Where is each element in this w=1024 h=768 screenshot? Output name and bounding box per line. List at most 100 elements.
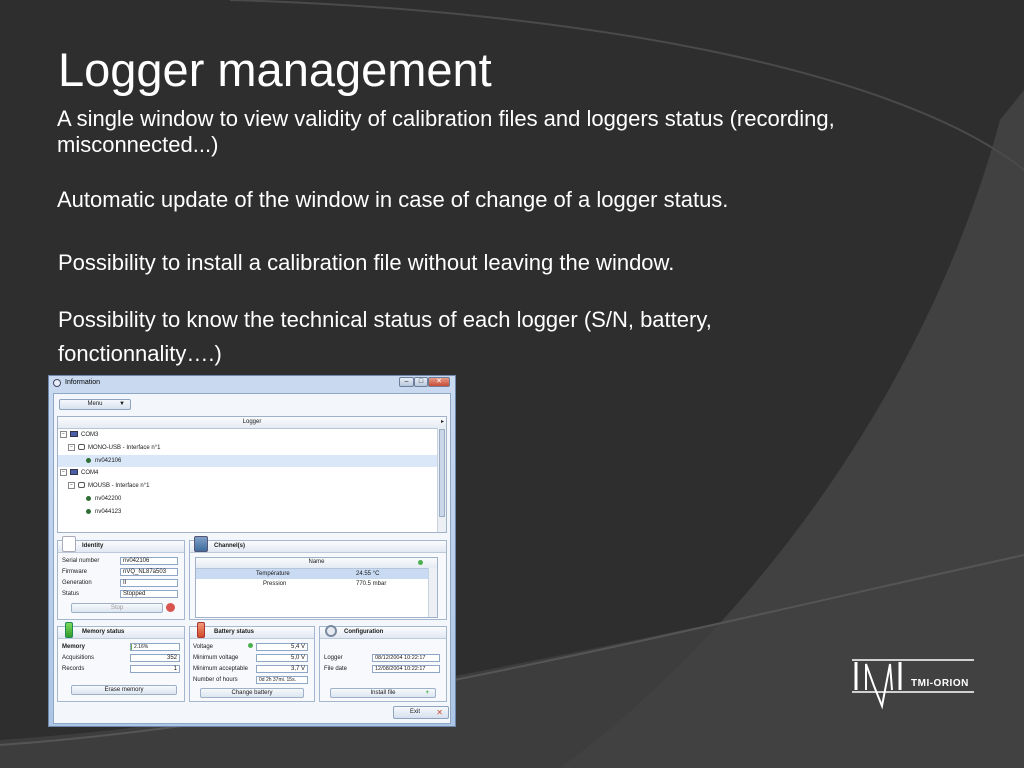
file-date-value: 12/08/2004 10:22:17	[372, 665, 440, 673]
channel-name: Pression	[263, 581, 287, 587]
id-card-icon	[62, 536, 76, 552]
channel-row-temperature[interactable]: Température 24.55 °C	[196, 569, 428, 579]
tree-item-mono-usb[interactable]: − MONO-USB - Interface n°1	[68, 442, 438, 454]
channel-row-pression[interactable]: Pression 770.5 mbar	[196, 579, 428, 589]
tree-item-nv042200[interactable]: nv042200	[86, 493, 438, 505]
channels-column-name[interactable]: Name	[196, 558, 437, 569]
memory-battery-icon	[65, 622, 73, 638]
tree-item-mousb[interactable]: − MOUSB - Interface n°1	[68, 480, 438, 492]
minimum-acceptable-label: Minimum acceptable	[193, 666, 249, 672]
bullet-install-calibration: Possibility to install a calibration fil…	[58, 250, 675, 275]
voltage-value: 5,4 V	[256, 643, 308, 651]
battery-icon	[197, 622, 205, 638]
acquisitions-value: 352	[130, 654, 180, 662]
channels-header: Channel(s)	[190, 536, 446, 553]
memory-label: Memory	[62, 644, 86, 650]
information-window: Information – □ ✕ Menu ▼ Logger ▸ − COM3 …	[48, 375, 456, 727]
battery-status-panel: Battery status Voltage 5,4 V Minimum vol…	[189, 622, 315, 702]
window-client-area: Menu ▼ Logger ▸ − COM3 − MONO-USB - Interf…	[53, 393, 451, 724]
window-titlebar[interactable]: Information – □ ✕	[49, 376, 455, 391]
number-of-hours-label: Number of hours	[193, 677, 238, 683]
generation-value: II	[120, 579, 178, 587]
memory-percent: 2.16%	[134, 644, 149, 650]
logger-date-label: Logger	[324, 655, 343, 661]
collapse-icon[interactable]: −	[68, 481, 75, 489]
acquisitions-label: Acquisitions	[62, 655, 95, 661]
stop-button[interactable]: Stop	[71, 603, 163, 613]
computer-port-icon	[70, 431, 78, 438]
slide-title: Logger management	[58, 43, 492, 96]
exit-button[interactable]: Exit ✕	[393, 706, 449, 719]
channels-icon	[194, 536, 208, 552]
exit-label: Exit	[410, 709, 421, 715]
info-icon	[53, 379, 61, 387]
bullet-technical-status: Possibility to know the technical status…	[58, 307, 712, 366]
scrollbar-thumb[interactable]	[439, 429, 445, 517]
battery-header: Battery status	[190, 622, 314, 639]
stop-icon[interactable]	[166, 603, 175, 612]
channels-status-dot-icon	[418, 560, 423, 565]
logger-tree-panel: Logger ▸ − COM3 − MONO-USB - Interface n°1…	[57, 416, 447, 533]
tree-item-label: nv042200	[95, 496, 122, 502]
battery-title: Battery status	[214, 629, 255, 635]
bullet-single-window: A single window to view validity of cali…	[57, 106, 835, 157]
memory-header: Memory status	[58, 622, 184, 639]
file-date-label: File date	[324, 666, 348, 672]
minimize-button[interactable]: –	[399, 377, 414, 387]
firmware-value: nVQ_NL87a503	[120, 568, 178, 576]
interface-icon	[78, 482, 85, 489]
channel-value: 770.5 mbar	[356, 581, 387, 587]
minimum-voltage-value: 5,0 V	[256, 654, 308, 662]
status-label: Status	[62, 591, 80, 597]
menu-dropdown[interactable]: Menu ▼	[59, 399, 131, 410]
computer-port-icon	[70, 469, 78, 476]
identity-panel: Identity Serial number nv042106 Firmware…	[57, 536, 185, 620]
voltage-ok-dot-icon	[248, 643, 253, 648]
gear-icon	[325, 625, 337, 637]
tree-item-label: COM3	[81, 432, 99, 438]
channels-panel: Channel(s) Name Température 24.55 °C Pre…	[189, 536, 447, 620]
channels-table: Name Température 24.55 °C Pression 770.5…	[195, 557, 438, 618]
configuration-header: Configuration	[320, 625, 446, 639]
number-of-hours-value: 0d 2h 37mi. 15s.	[256, 676, 308, 684]
erase-memory-button[interactable]: Erase memory	[71, 685, 177, 695]
tree-item-nv042106[interactable]: nv042106	[58, 455, 438, 467]
logger-header-label: Logger	[242, 419, 262, 425]
generation-label: Generation	[62, 580, 92, 586]
interface-icon	[78, 444, 85, 451]
bullet-automatic-update: Automatic update of the window in case o…	[57, 187, 729, 212]
status-ok-icon	[86, 495, 91, 501]
channels-scrollbar[interactable]	[428, 568, 437, 617]
install-file-button[interactable]: Install file +	[330, 688, 436, 698]
logger-date-value: 08/12/2004 10:22:17	[372, 654, 440, 662]
channel-value: 24.55 °C	[356, 571, 380, 577]
close-button[interactable]: ✕	[428, 377, 450, 387]
chevron-right-icon[interactable]: ▸	[441, 417, 444, 427]
tree-item-label: MONO-USB - Interface n°1	[88, 445, 161, 451]
minimum-voltage-label: Minimum voltage	[193, 655, 239, 661]
identity-title: Identity	[82, 543, 104, 549]
status-ok-icon	[86, 508, 91, 514]
serial-number-value: nv042106	[120, 557, 178, 565]
tree-item-com4[interactable]: − COM4	[60, 467, 438, 479]
firmware-label: Firmware	[62, 569, 87, 575]
install-file-label: Install file	[370, 690, 396, 696]
logger-scrollbar[interactable]	[437, 428, 446, 532]
close-x-icon: ✕	[436, 708, 443, 717]
collapse-icon[interactable]: −	[60, 468, 67, 476]
chevron-down-icon: ▼	[119, 401, 125, 407]
logger-header[interactable]: Logger ▸	[58, 417, 446, 429]
change-battery-button[interactable]: Change battery	[200, 688, 304, 698]
voltage-label: Voltage	[193, 644, 214, 650]
status-ok-icon	[86, 457, 91, 463]
tree-item-nv044123[interactable]: nv044123	[86, 506, 438, 518]
collapse-icon[interactable]: −	[60, 430, 67, 438]
records-value: 1	[130, 665, 180, 673]
collapse-icon[interactable]: −	[68, 443, 75, 451]
minimum-acceptable-value: 3,7 V	[256, 665, 308, 673]
memory-progress-bar: 2.16%	[130, 643, 180, 651]
maximize-button[interactable]: □	[414, 377, 428, 387]
tree-item-label: nv042106	[95, 458, 122, 464]
tree-item-com3[interactable]: − COM3	[60, 429, 438, 441]
memory-title: Memory status	[82, 629, 125, 635]
